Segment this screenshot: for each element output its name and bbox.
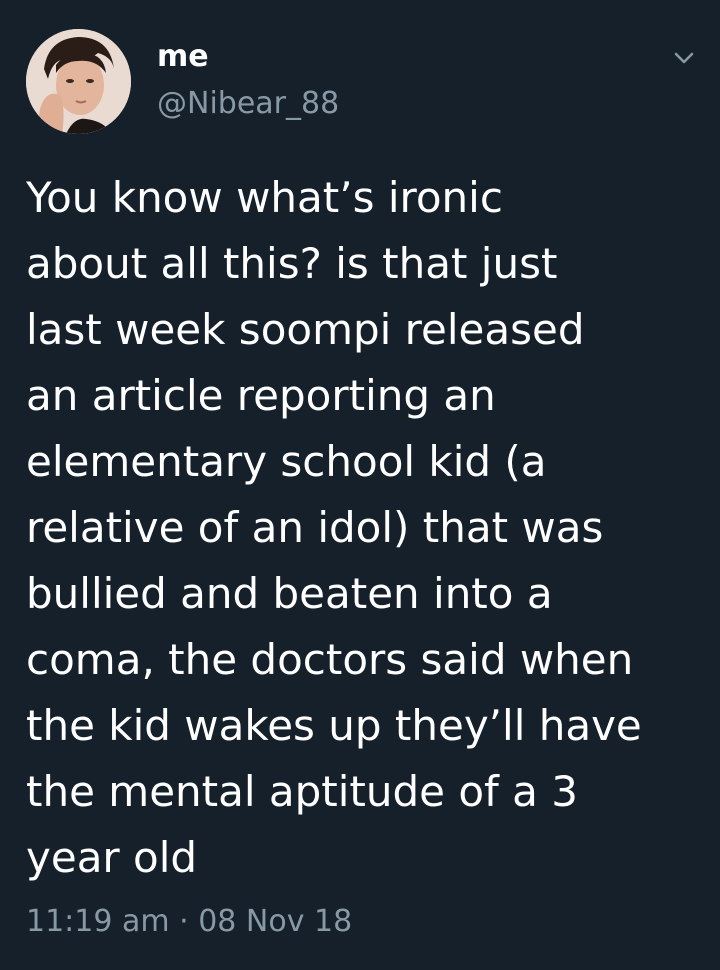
tweet-text-line: an article reporting an [26, 371, 496, 420]
tweet-text-line: bullied and beaten into a [26, 569, 553, 618]
avatar-image [26, 29, 131, 134]
tweet-timestamp[interactable]: 11:19 am · 08 Nov 18 [26, 900, 352, 944]
tweet-text-line: elementary school kid (a [26, 437, 547, 486]
chevron-down-icon[interactable] [666, 40, 702, 76]
user-handle[interactable]: @Nibear_88 [157, 84, 339, 124]
tweet-text-line: relative of an idol) that was [26, 503, 604, 552]
tweet-text-line: coma, the doctors said when [26, 635, 634, 684]
tweet-text-line: You know what’s ironic [26, 173, 503, 222]
tweet-text-line: year old [26, 833, 198, 882]
tweet-text-line: about all this? is that just [26, 239, 558, 288]
avatar[interactable] [26, 29, 131, 134]
tweet-text-line: the kid wakes up they’ll have [26, 701, 642, 750]
tweet-text: You know what’s ironic about all this? i… [26, 165, 716, 891]
tweet-text-line: the mental aptitude of a 3 [26, 767, 578, 816]
tweet: me @Nibear_88 You know what’s ironic abo… [0, 0, 720, 970]
tweet-text-line: last week soompi released [26, 305, 585, 354]
display-name[interactable]: me [157, 37, 209, 77]
